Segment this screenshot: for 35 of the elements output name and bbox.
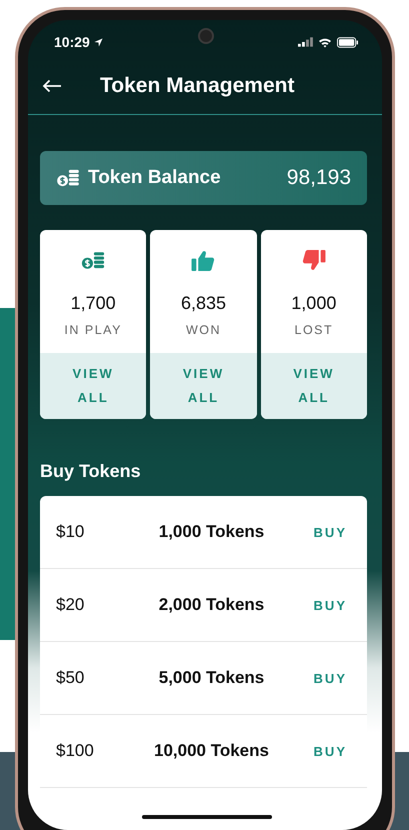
wifi-icon [318, 36, 332, 48]
stat-label: LOST [294, 323, 334, 337]
thumbs-down-icon [302, 250, 326, 271]
package-tokens: 2,000 Tokens [158, 595, 266, 615]
stat-label: IN PLAY [64, 323, 122, 337]
camera-icon [198, 28, 214, 44]
package-price: $50 [56, 668, 86, 688]
buy-button[interactable]: BUY [287, 744, 347, 758]
balance-value: 98,193 [286, 166, 351, 190]
screen-title: Token Management [100, 74, 294, 98]
package-tokens: 5,000 Tokens [158, 668, 266, 688]
stat-value: 6,835 [180, 293, 226, 314]
package-price: $10 [56, 522, 86, 542]
section-title: Buy Tokens [40, 461, 142, 482]
buy-button[interactable]: BUY [287, 598, 347, 612]
view-all-button[interactable]: VIEW ALL [260, 353, 367, 419]
coins-icon [56, 169, 80, 187]
status-time: 10:29 [54, 34, 90, 50]
package-price: $100 [56, 741, 95, 761]
thumbs-up-icon [191, 250, 216, 271]
coins-icon [81, 250, 106, 271]
battery-icon [337, 36, 358, 48]
buy-button[interactable]: BUY [287, 524, 347, 540]
stat-value: 1,700 [70, 293, 116, 314]
view-all-button[interactable]: VIEW ALL [150, 353, 257, 419]
balance-label: Token Balance [88, 167, 222, 189]
stat-label: WON [186, 323, 222, 337]
view-all-button[interactable]: VIEW ALL [40, 353, 146, 419]
location-arrow-icon [94, 38, 103, 46]
package-tokens: 1,000 Tokens [158, 522, 266, 542]
package-tokens: 10,000 Tokens [153, 741, 270, 761]
package-price: $20 [56, 595, 86, 615]
stat-value: 1,000 [291, 293, 336, 314]
signal-icon [298, 37, 313, 47]
buy-button[interactable]: BUY [287, 670, 347, 686]
